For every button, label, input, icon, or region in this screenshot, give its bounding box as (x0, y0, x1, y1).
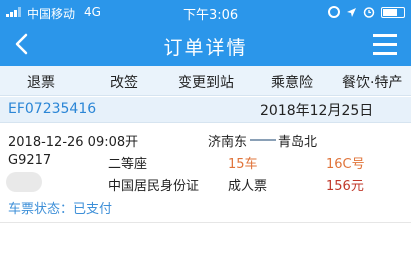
route-arrow-icon (250, 139, 276, 141)
car-number: 15车 (228, 157, 258, 172)
hamburger-menu-icon[interactable] (373, 33, 397, 57)
train-number: G9217 (8, 153, 52, 168)
passenger-name-blurred (6, 172, 42, 192)
refund-button[interactable]: 退票 (27, 72, 55, 92)
departure-datetime: 2018-12-26 09:08开 (8, 135, 139, 150)
order-date: 2018年12月25日 (260, 103, 374, 119)
catering-specialty-button[interactable]: 餐饮·特产 (342, 72, 402, 92)
seat-class: 二等座 (108, 157, 148, 172)
status-icons (328, 4, 405, 20)
to-station: 青岛北 (278, 135, 318, 150)
network-type: 4G (84, 5, 101, 19)
from-station: 济南东 (208, 135, 248, 150)
signal-strength-icon (6, 7, 24, 17)
travel-insurance-button[interactable]: 乘意险 (271, 72, 313, 92)
battery-icon (381, 6, 405, 18)
orientation-lock-icon (328, 6, 340, 18)
id-type: 中国居民身份证 (108, 179, 200, 194)
clock: 下午3:06 (183, 8, 239, 23)
order-number[interactable]: EF07235416 (8, 101, 96, 117)
ticket-status: 车票状态：已支付 (8, 202, 113, 217)
alarm-icon (363, 7, 375, 18)
ticket-card[interactable]: 2018-12-26 09:08开 济南东 青岛北 G9217 二等座 15车 … (0, 124, 411, 217)
ticket-price: 156元 (326, 179, 364, 194)
page-title: 订单详情 (163, 37, 248, 59)
carrier-name: 中国移动 (27, 7, 76, 21)
status-bar: 中国移动 4G 下午3:06 (0, 0, 411, 24)
location-icon (347, 7, 356, 17)
action-bar: 退票 改签 变更到站 乘意险 餐饮·特产 (0, 66, 411, 96)
section-divider (0, 222, 411, 223)
change-destination-button[interactable]: 变更到站 (178, 72, 234, 92)
reschedule-button[interactable]: 改签 (110, 72, 138, 92)
order-header: EF07235416 2018年12月25日 (0, 97, 411, 123)
nav-bar: 订单详情 (0, 24, 411, 66)
seat-number: 16C号 (326, 157, 365, 172)
ticket-type: 成人票 (228, 179, 268, 194)
